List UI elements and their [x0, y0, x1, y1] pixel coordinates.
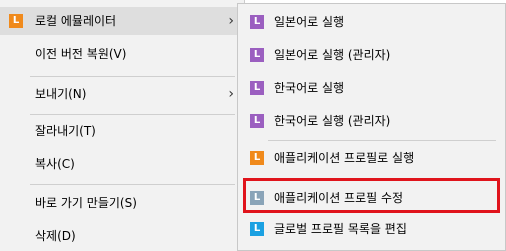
submenu-item-label: 애플리케이션 프로필로 실행: [274, 151, 415, 165]
menu-item-send-to[interactable]: 보내기(N) ›: [0, 80, 243, 108]
submenu-item-label: 글로벌 프로필 목록을 편집: [274, 222, 407, 236]
submenu-item-label: 한국어로 실행: [274, 81, 345, 95]
screenshot-root: L 로컬 에뮬레이터 › 이전 버전 복원(V) 보내기(N) › 잘라내기(T…: [0, 0, 506, 251]
menu-item-label: 바로 가기 만들기(S): [35, 196, 137, 210]
submenu-item-edit-global-profiles[interactable]: L 글로벌 프로필 목록을 편집: [238, 215, 505, 243]
submenu-item-run-japanese[interactable]: L 일본어로 실행: [238, 8, 505, 36]
app-l-icon: L: [250, 15, 264, 29]
submenu-item-run-korean[interactable]: L 한국어로 실행: [238, 74, 505, 102]
submenu-item-label: 일본어로 실행: [274, 15, 345, 29]
menu-item-label: 잘라내기(T): [35, 124, 96, 138]
menu-item-delete[interactable]: 삭제(D): [0, 222, 243, 250]
context-menu: L 로컬 에뮬레이터 › 이전 버전 복원(V) 보내기(N) › 잘라내기(T…: [0, 0, 245, 251]
app-l-icon: L: [250, 222, 264, 236]
submenu-item-run-korean-admin[interactable]: L 한국어로 실행 (관리자): [238, 107, 505, 135]
submenu-item-run-app-profile[interactable]: L 애플리케이션 프로필로 실행: [238, 144, 505, 172]
menu-item-label: 복사(C): [35, 157, 75, 171]
menu-separator: [30, 76, 235, 77]
app-l-icon: L: [250, 151, 264, 165]
local-emulator-submenu: L 일본어로 실행 L 일본어로 실행 (관리자) L 한국어로 실행 L 한국…: [237, 3, 506, 251]
menu-item-label: 보내기(N): [35, 87, 87, 101]
menu-item-cut[interactable]: 잘라내기(T): [0, 117, 243, 145]
menu-item-label: 이전 버전 복원(V): [35, 47, 127, 61]
app-l-icon: L: [250, 81, 264, 95]
menu-item-label: 로컬 에뮬레이터: [35, 14, 117, 28]
menu-item-restore-previous-versions[interactable]: 이전 버전 복원(V): [0, 40, 243, 68]
highlight-callout-box: [243, 178, 500, 213]
menu-item-local-emulator[interactable]: L 로컬 에뮬레이터 ›: [0, 7, 243, 35]
submenu-item-label: 한국어로 실행 (관리자): [274, 114, 391, 128]
chevron-right-icon: ›: [228, 13, 234, 29]
menu-item-copy[interactable]: 복사(C): [0, 150, 243, 178]
submenu-item-label: 일본어로 실행 (관리자): [274, 48, 391, 62]
menu-separator: [30, 114, 235, 115]
menu-separator: [30, 184, 235, 185]
menu-separator: [268, 140, 496, 141]
submenu-item-run-japanese-admin[interactable]: L 일본어로 실행 (관리자): [238, 41, 505, 69]
app-l-icon: L: [250, 114, 264, 128]
app-l-icon: L: [250, 48, 264, 62]
chevron-right-icon: ›: [228, 86, 234, 102]
menu-item-label: 삭제(D): [35, 229, 76, 243]
menu-item-create-shortcut[interactable]: 바로 가기 만들기(S): [0, 189, 243, 217]
local-emulator-icon: L: [9, 14, 23, 28]
